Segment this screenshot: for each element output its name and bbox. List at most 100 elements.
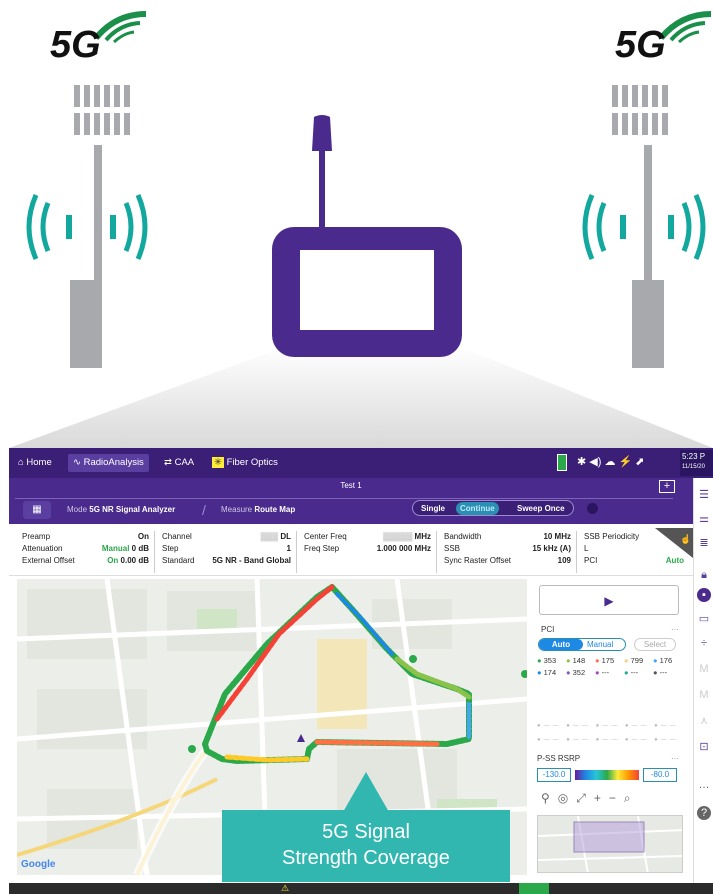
tab-home-label: Home [26, 457, 52, 468]
pci-item[interactable]: ● --- [595, 668, 624, 680]
hamburger-menu-icon[interactable]: ☰ [697, 488, 711, 502]
param-group-channel[interactable]: Channel ▓▓▓ DL Step 1 Standard 5G NR - Band… [157, 531, 297, 573]
zoom-in-icon[interactable]: + [594, 791, 609, 805]
pci-value: 174 [543, 668, 557, 677]
svg-text:☝: ☝ [680, 533, 691, 545]
ssbp-label: SSB Periodicity [584, 532, 640, 541]
extoff-value: 0.00 dB [120, 556, 149, 565]
callout-line-2: Strength Coverage [282, 847, 450, 869]
pci-manual-button[interactable]: Manual [587, 639, 613, 650]
single-button[interactable]: Single [421, 504, 445, 513]
play-button[interactable]: ▶ [539, 585, 679, 615]
pci-item[interactable]: ● 352 [566, 668, 595, 680]
rsrp-more-icon[interactable]: ⋯ [671, 754, 679, 763]
pci-item[interactable]: ● 799 [624, 656, 653, 668]
waveform-icon: ∿ [73, 457, 84, 468]
rsrp-max-input[interactable]: -80.0 [643, 768, 677, 782]
split-icon[interactable]: ÷ [697, 636, 711, 650]
folder-icon[interactable]: ▭ [697, 612, 711, 626]
search-icon[interactable]: ⌕ [624, 791, 639, 805]
tab-radio-label: RadioAnalysis [83, 457, 144, 468]
save-icon[interactable]: ▪ [697, 588, 711, 602]
pin-icon[interactable]: ⚲ [541, 791, 558, 805]
pci-value: --- [630, 668, 639, 677]
pci-item[interactable]: ● 148 [566, 656, 595, 668]
bw-label: Bandwidth [444, 532, 482, 541]
param-group-input[interactable]: Preamp On Attenuation Manual 0 dB External… [17, 531, 155, 573]
pci-item[interactable]: ● 174 [537, 668, 566, 680]
standard-label: Standard [162, 556, 195, 565]
zoom-out-icon[interactable]: − [609, 791, 624, 805]
locate-icon[interactable]: ◎ [558, 791, 576, 805]
tab-caa-label: CAA [174, 457, 195, 468]
sweep-once-button[interactable]: Sweep Once [517, 504, 565, 513]
map-tools: ⚲◎⤢+−⌕ [541, 791, 639, 806]
google-logo: Google [21, 859, 56, 870]
status-bar: ⚠ [9, 883, 713, 894]
mode-display[interactable]: Mode 5G NR Signal Analyzer [67, 505, 175, 514]
grid-menu-icon[interactable]: ▦ [23, 501, 51, 519]
marker-icon-1[interactable]: M [697, 662, 711, 676]
pci-color-dot: ● [624, 668, 631, 677]
ssbp-value: L [584, 544, 589, 553]
extoff-state: On [107, 556, 119, 565]
pci-color-dot: ● [653, 656, 660, 665]
measurement-header: Test 1 + ▦ Mode 5G NR Signal Analyzer / … [9, 478, 693, 524]
pci-item[interactable]: ● 176 [653, 656, 682, 668]
marketing-illustration: 5G 5G ⌂ Home ∿ RadioAnalysis ⇄ CAA ✳ Fib… [0, 0, 713, 894]
pci-color-dot: ● [653, 668, 660, 677]
mini-map[interactable] [537, 815, 683, 873]
param-group-bandwidth[interactable]: Bandwidth 10 MHz SSB 15 kHz (A) Sync Raste… [439, 531, 577, 573]
pci-value: 353 [543, 656, 557, 665]
preamp-value: On [137, 532, 149, 541]
record-indicator[interactable] [587, 503, 598, 514]
continue-button[interactable]: Continue [456, 502, 499, 515]
pci-list: ● 353 ● 148 ● 175 ● 799 ● 176● 174 ● 352 ● ---… [537, 656, 687, 680]
pci-item[interactable]: ● 175 [595, 656, 624, 668]
channel-label: Channel [162, 532, 192, 541]
settings-sliders-icon[interactable]: ⚌ [697, 512, 711, 526]
pci-empty-rows: ●—— ●—— ●—— ●—— ●—— [537, 723, 679, 729]
pci-select-button[interactable]: Select [634, 638, 676, 651]
rsrp-min-input[interactable]: -130.0 [537, 768, 571, 782]
step-label: Step [162, 544, 179, 553]
5g-text-right: 5G [615, 24, 666, 66]
coverage-callout: 5G Signal Strength Coverage [222, 810, 510, 882]
extoff-label: External Offset [22, 556, 75, 565]
tab-home[interactable]: ⌂ Home [13, 454, 57, 472]
more-icon[interactable]: … [697, 778, 711, 792]
tab-caa[interactable]: ⇄ CAA [159, 454, 199, 472]
measure-display[interactable]: Measure Route Map [221, 505, 295, 514]
peak-icon[interactable]: ⋏ [697, 714, 711, 728]
status-icons: ✱ ◀) ☁ ⚡ ⬈ [577, 456, 645, 468]
add-test-button[interactable]: + [659, 480, 675, 493]
pci-auto-button[interactable]: Auto [539, 639, 583, 650]
param-group-frequency[interactable]: Center Freq ▓▓▓▓▓ MHz Freq Step 1.000 000 … [299, 531, 437, 573]
pci-item[interactable]: ● 353 [537, 656, 566, 668]
test-title: Test 1 [340, 481, 362, 490]
expand-icon[interactable]: ⤢ [576, 791, 594, 805]
list-icon[interactable]: ≣ [697, 536, 711, 550]
pci-item[interactable]: ● --- [624, 668, 653, 680]
zoom-icon[interactable]: ⊡ [697, 740, 711, 754]
pci-value: --- [601, 668, 610, 677]
warning-icon[interactable]: ⚠ [281, 883, 293, 894]
lock-icon[interactable]: 🔒︎ [697, 568, 711, 582]
marker-icon-2[interactable]: M [697, 688, 711, 702]
pci-item[interactable]: ● --- [653, 668, 682, 680]
sync-label: Sync Raster Offset [444, 556, 511, 565]
pci-more-icon[interactable]: ⋯ [671, 625, 679, 634]
touch-corner-icon[interactable]: ☝ [655, 528, 693, 558]
mode-label: Mode [67, 505, 88, 514]
help-icon[interactable]: ? [697, 806, 711, 820]
pci-color-dot: ● [595, 656, 602, 665]
5g-badge-left: 5G [48, 6, 148, 77]
tab-radio-analysis[interactable]: ∿ RadioAnalysis [68, 454, 149, 472]
top-navigation-bar: ⌂ Home ∿ RadioAnalysis ⇄ CAA ✳ Fiber Opt… [9, 448, 713, 478]
atten-label: Attenuation [22, 544, 63, 553]
battery-icon [557, 454, 567, 471]
tab-fiber-optics[interactable]: ✳ Fiber Optics [207, 454, 283, 472]
cell-tower-right-icon [582, 85, 706, 368]
gps-status[interactable] [519, 883, 549, 894]
clock-time: 5:23 P [682, 452, 706, 461]
